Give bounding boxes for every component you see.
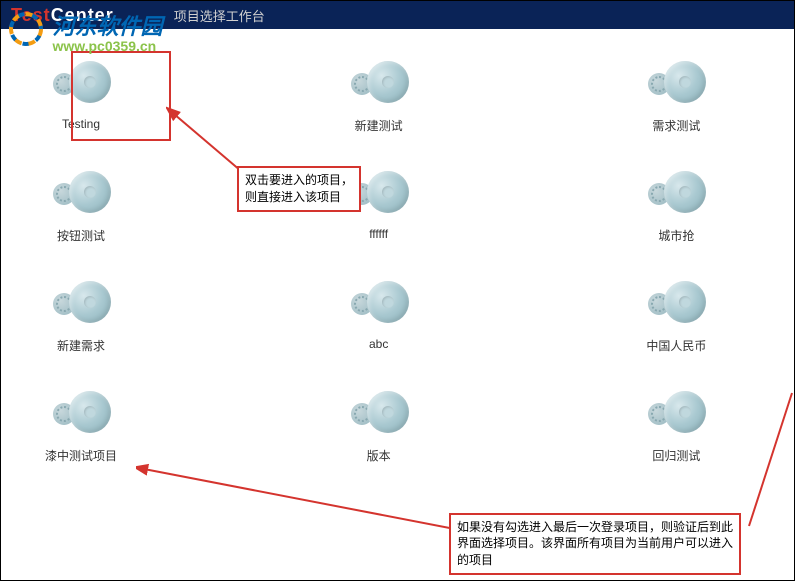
project-icon (51, 279, 111, 329)
project-label: ffffff (369, 227, 388, 241)
project-item[interactable]: 城市抢 (616, 169, 736, 244)
project-item[interactable]: 按钮测试 (21, 169, 141, 244)
logo-part-2: Center (51, 5, 114, 25)
project-icon (646, 389, 706, 439)
project-icon (646, 59, 706, 109)
project-label: 新建需求 (57, 337, 105, 354)
gear-big-icon (367, 171, 409, 213)
project-label: Testing (62, 117, 100, 131)
project-icon (51, 169, 111, 219)
gear-big-icon (367, 281, 409, 323)
project-grid-container: Testing 新建测试 需求测试按钮测试 ffffff 城市抢新建需求 abc 中国人民币… (1, 29, 794, 494)
project-icon (646, 279, 706, 329)
gear-big-icon (664, 391, 706, 433)
logo-part-1: Test (11, 5, 51, 25)
gear-big-icon (367, 61, 409, 103)
gear-big-icon (664, 281, 706, 323)
project-icon (51, 389, 111, 439)
project-item[interactable]: 中国人民币 (616, 279, 736, 354)
project-label: abc (369, 337, 388, 351)
gear-big-icon (69, 391, 111, 433)
project-item[interactable]: Testing (21, 59, 141, 134)
page-title: 项目选择工作台 (174, 6, 265, 25)
project-icon (51, 59, 111, 109)
callout-2: 如果没有勾选进入最后一次登录项目，则验证后到此界面选择项目。该界面所有项目为当前… (449, 513, 741, 575)
gear-big-icon (367, 391, 409, 433)
app-header: TestCenter 项目选择工作台 (1, 1, 794, 29)
gear-big-icon (69, 61, 111, 103)
app-logo: TestCenter (11, 5, 114, 26)
gear-big-icon (69, 171, 111, 213)
project-label: 需求测试 (652, 117, 700, 134)
gear-big-icon (69, 281, 111, 323)
project-icon (349, 59, 409, 109)
project-label: 新建测试 (355, 117, 403, 134)
project-label: 版本 (367, 447, 391, 464)
project-item[interactable]: 需求测试 (616, 59, 736, 134)
project-icon (349, 279, 409, 329)
project-label: 中国人民币 (646, 337, 706, 354)
project-item[interactable]: 新建测试 (319, 59, 439, 134)
project-item[interactable]: 新建需求 (21, 279, 141, 354)
project-label: 漆中测试项目 (45, 447, 117, 464)
project-icon (646, 169, 706, 219)
callout-1: 双击要进入的项目，则直接进入该项目 (237, 166, 361, 212)
project-item[interactable]: 回归测试 (616, 389, 736, 464)
project-item[interactable]: 版本 (319, 389, 439, 464)
project-item[interactable]: 漆中测试项目 (21, 389, 141, 464)
project-label: 城市抢 (658, 227, 694, 244)
project-label: 按钮测试 (57, 227, 105, 244)
project-icon (349, 389, 409, 439)
gear-big-icon (664, 171, 706, 213)
project-item[interactable]: abc (319, 279, 439, 354)
project-label: 回归测试 (652, 447, 700, 464)
gear-big-icon (664, 61, 706, 103)
